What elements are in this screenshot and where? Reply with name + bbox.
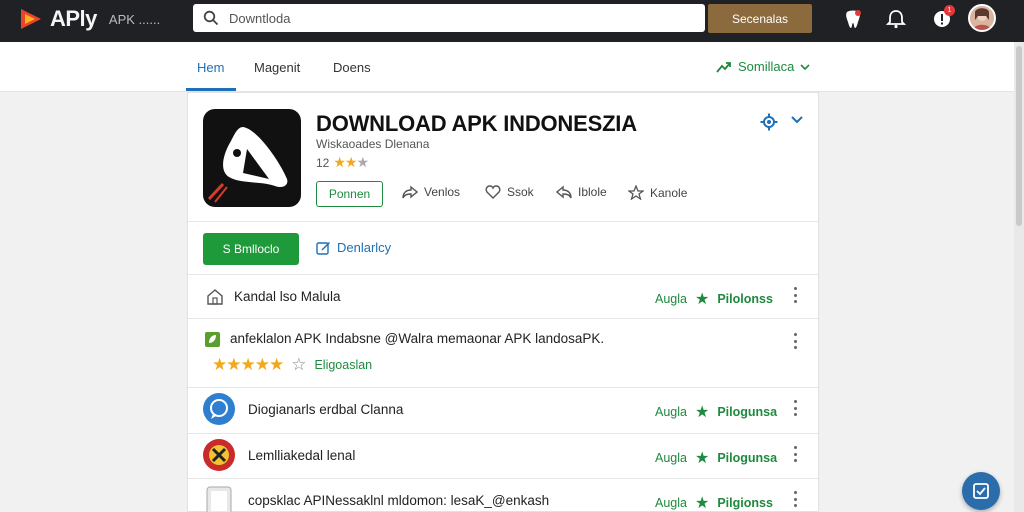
- rate-label: Kanole: [650, 185, 688, 200]
- list-item-status: Augla ★ Pilolonss: [655, 289, 773, 309]
- list-item[interactable]: Lemlliakedal lenal Augla ★ Pilogunsa: [188, 434, 818, 478]
- logo-play-icon: [21, 9, 41, 29]
- green-star-icon: ★: [694, 495, 710, 512]
- similar-dropdown[interactable]: Somillaca: [716, 59, 810, 74]
- featured-item-rating: ★★★★★ ☆ Eligoaslan: [212, 355, 372, 375]
- wishlist-label: Ssok: [507, 185, 534, 199]
- nav-bar: Hem Magenit Doens Somillaca: [0, 42, 1024, 92]
- feedback-icon: [973, 483, 989, 499]
- edit-icon: [316, 242, 330, 255]
- rating-stars: ★★★: [333, 154, 369, 170]
- more-options-icon[interactable]: [792, 446, 798, 462]
- status-value: Pilolonss: [717, 292, 773, 306]
- reply-icon: [556, 185, 572, 199]
- logo-text: APly: [50, 6, 97, 31]
- rating-number: 12: [316, 155, 330, 170]
- active-tab-indicator: [186, 88, 236, 91]
- logo-subtitle: APK ......: [108, 11, 161, 27]
- more-options-icon[interactable]: [792, 287, 798, 303]
- app-icon: [203, 109, 301, 207]
- reply-action[interactable]: Iblole: [556, 185, 607, 199]
- reply-label: Iblole: [578, 185, 607, 199]
- tab-doens[interactable]: Doens: [333, 60, 371, 75]
- notification-bell-icon[interactable]: [885, 8, 907, 30]
- rate-action[interactable]: Kanole: [628, 185, 687, 200]
- tab-home[interactable]: Hem: [197, 60, 224, 75]
- status-label: Augla: [655, 451, 687, 465]
- more-options-icon[interactable]: [792, 333, 798, 349]
- list-item-title: copsklac APINessaklnl mldomon: lesaK_@en…: [248, 493, 550, 508]
- wishlist-action[interactable]: Ssok: [485, 185, 534, 199]
- heart-icon: [485, 185, 501, 199]
- box-icon: [206, 486, 232, 512]
- featured-list-item[interactable]: anfeklalon APK Indabsne @Walra memaonar …: [188, 319, 818, 386]
- star-outline-icon: ☆: [291, 355, 307, 374]
- search-input[interactable]: [229, 10, 689, 26]
- open-button[interactable]: Ponnen: [316, 181, 383, 207]
- list-item[interactable]: Diogianarls erdbal Clanna Augla ★ Pilogu…: [188, 388, 818, 432]
- featured-item-sub: Eligoaslan: [314, 358, 373, 372]
- list-item-title: Lemlliakedal lenal: [248, 448, 356, 463]
- game-icon: [203, 439, 235, 471]
- search-icon: [203, 10, 219, 26]
- list-item-title: Diogianarls erdbal Clanna: [248, 402, 404, 417]
- home-icon: [207, 289, 223, 305]
- avatar-image: [970, 6, 994, 30]
- leaf-icon: [205, 332, 220, 347]
- chat-icon: [203, 393, 235, 425]
- status-value: Pilogunsa: [717, 451, 778, 465]
- tooth-icon[interactable]: [842, 8, 864, 30]
- top-bar: APly APK ...... Secenalas 1: [0, 0, 1024, 42]
- details-label: Denlarlcy: [337, 240, 392, 255]
- app-logo[interactable]: APly APK ......: [18, 6, 160, 32]
- app-title: DOWNLOAD APK INDONESZIA: [316, 111, 637, 136]
- scrollbar-thumb[interactable]: [1016, 46, 1022, 226]
- green-star-icon: ★: [694, 291, 710, 308]
- chevron-down-icon[interactable]: [790, 115, 804, 125]
- app-rating: 12 ★★★: [316, 154, 369, 171]
- list-item-status: Augla ★ Pilogunsa: [655, 402, 777, 422]
- share-icon: [402, 185, 418, 199]
- gear-icon[interactable]: [760, 113, 778, 131]
- list-item-status: Augla ★ Pilgionss: [655, 493, 773, 512]
- share-action[interactable]: Venlos: [402, 185, 460, 199]
- app-logo-art: [207, 127, 288, 203]
- search-box[interactable]: [193, 4, 705, 32]
- similar-label: Somillaca: [738, 59, 795, 74]
- rating-stars: ★★★★★: [212, 355, 284, 374]
- status-value: Pilogunsa: [717, 405, 778, 419]
- alert-count-badge: 1: [944, 5, 955, 16]
- list-item-status: Augla ★ Pilogunsa: [655, 448, 777, 468]
- more-options-icon[interactable]: [792, 491, 798, 507]
- search-button[interactable]: Secenalas: [708, 4, 812, 33]
- divider: [188, 221, 818, 222]
- app-detail-card: DOWNLOAD APK INDONESZIA Wiskaoades Dlena…: [187, 92, 819, 512]
- green-star-icon: ★: [694, 450, 710, 467]
- green-star-icon: ★: [694, 404, 710, 421]
- list-item-title: Kandal lso Malula: [234, 289, 341, 304]
- status-label: Augla: [655, 405, 687, 419]
- user-avatar[interactable]: [968, 4, 996, 32]
- app-developer[interactable]: Wiskaoades Dlenana: [316, 137, 429, 151]
- feedback-fab[interactable]: [962, 472, 1000, 510]
- trending-icon: [716, 61, 731, 73]
- chevron-down-icon: [800, 63, 810, 70]
- status-label: Augla: [655, 496, 687, 510]
- install-button[interactable]: S Bmlloclo: [203, 233, 299, 265]
- more-options-icon[interactable]: [792, 400, 798, 416]
- status-value: Pilgionss: [717, 496, 773, 510]
- list-item[interactable]: Kandal lso Malula Augla ★ Pilolonss: [188, 275, 818, 319]
- details-link[interactable]: Denlarlcy: [316, 240, 391, 255]
- share-label: Venlos: [424, 185, 461, 199]
- star-icon: [628, 185, 644, 200]
- status-label: Augla: [655, 292, 687, 306]
- featured-item-title: anfeklalon APK Indabsne @Walra memaonar …: [230, 331, 605, 346]
- list-item[interactable]: copsklac APINessaklnl mldomon: lesaK_@en…: [188, 479, 818, 512]
- tab-magenit[interactable]: Magenit: [254, 60, 300, 75]
